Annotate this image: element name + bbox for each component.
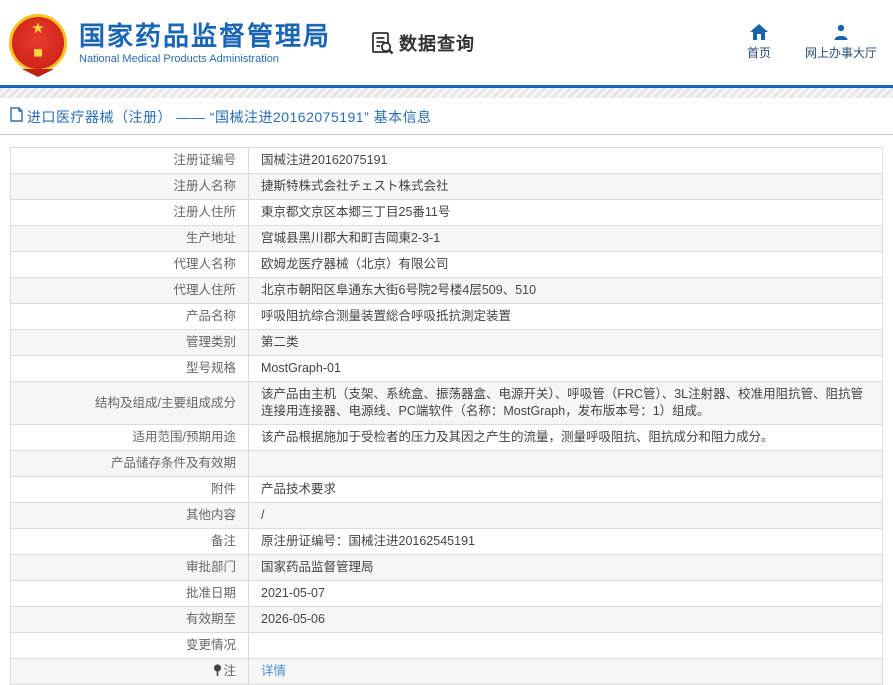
row-label: 产品名称 [10, 303, 249, 330]
table-row: 备注 原注册证编号：国械注进20162545191 [10, 528, 883, 555]
row-label: 批准日期 [10, 580, 249, 607]
page-header: ★ ▅ 国家药品监督管理局 National Medical Products … [0, 0, 893, 85]
hatch-band [0, 88, 893, 98]
table-row: 注册证编号 国械注进20162075191 [10, 147, 883, 174]
row-value: 原注册证编号：国械注进20162545191 [248, 528, 883, 555]
row-value: 第二类 [248, 329, 883, 356]
table-row: 注册人名称 捷斯特株式会社チェスト株式会社 [10, 173, 883, 200]
table-row: 生产地址 宫城县黑川郡大和町吉岡東2-3-1 [10, 225, 883, 252]
row-value: 呼吸阻抗综合测量装置総合呼吸抵抗測定装置 [248, 303, 883, 330]
row-label: 注册人名称 [10, 173, 249, 200]
row-label: 适用范围/预期用途 [10, 424, 249, 451]
row-label: 型号规格 [10, 355, 249, 382]
nmpa-emblem-logo: ★ ▅ [9, 13, 67, 72]
row-label: 备注 [10, 528, 249, 555]
row-value: 该产品由主机（支架、系统盒、振荡器盒、电源开关）、呼吸管（FRC管）、3L注射器… [248, 381, 883, 425]
data-query-label: 数据查询 [399, 33, 476, 54]
table-row: 结构及组成/主要组成成分 该产品由主机（支架、系统盒、振荡器盒、电源开关）、呼吸管… [10, 381, 883, 425]
row-label: 附件 [10, 476, 249, 503]
row-value: 欧姆龙医疗器械（北京）有限公司 [248, 251, 883, 278]
home-icon [749, 24, 768, 40]
row-label: 变更情况 [10, 632, 249, 659]
row-label: 代理人名称 [10, 251, 249, 278]
table-row: 审批部门 国家药品监督管理局 [10, 554, 883, 581]
page-title: 进口医疗器械（注册） —— “国械注进20162075191” 基本信息 [27, 109, 432, 125]
table-row: 代理人住所 北京市朝阳区阜通东大街6号院2号楼4层509、510 [10, 277, 883, 304]
row-value [248, 632, 883, 659]
row-value: 2026-05-06 [248, 606, 883, 633]
document-icon [10, 107, 27, 127]
table-row: 管理类别 第二类 [10, 329, 883, 356]
pin-icon [214, 664, 222, 676]
row-value: 宫城县黑川郡大和町吉岡東2-3-1 [248, 225, 883, 252]
row-label: 管理类别 [10, 329, 249, 356]
row-label: 注册人住所 [10, 199, 249, 226]
table-row: 产品储存条件及有效期 [10, 450, 883, 477]
row-label: 产品储存条件及有效期 [10, 450, 249, 477]
row-value: 国械注进20162075191 [248, 147, 883, 174]
row-value: 该产品根据施加于受检者的压力及其因之产生的流量，测量呼吸阻抗、阻抗成分和阻力成分… [248, 424, 883, 451]
registration-info-table: 注册证编号 国械注进20162075191 注册人名称 捷斯特株式会社チェスト株式会社… [10, 147, 883, 685]
row-label: 审批部门 [10, 554, 249, 581]
table-row: 适用范围/预期用途 该产品根据施加于受检者的压力及其因之产生的流量，测量呼吸阻抗、… [10, 424, 883, 451]
data-search-icon [369, 30, 395, 56]
row-label: 生产地址 [10, 225, 249, 252]
row-value: 北京市朝阳区阜通东大街6号院2号楼4层509、510 [248, 277, 883, 304]
nav-service-hall-label: 网上办事大厅 [804, 46, 877, 60]
row-value: 2021-05-07 [248, 580, 883, 607]
person-icon [833, 24, 849, 40]
row-value: 详情 [248, 658, 883, 685]
data-query-section[interactable]: 数据查询 [369, 30, 475, 56]
table-row: 产品名称 呼吸阻抗综合测量装置総合呼吸抵抗測定装置 [10, 303, 883, 330]
row-value: 東京都文京区本郷三丁目25番11号 [248, 199, 883, 226]
row-value: 捷斯特株式会社チェスト株式会社 [248, 173, 883, 200]
site-title-cn: 国家药品监督管理局 [79, 20, 332, 51]
row-label: 注册证编号 [10, 147, 249, 174]
detail-link[interactable]: 详情 [261, 664, 286, 678]
row-label: 注 [10, 658, 249, 685]
table-row: 批准日期 2021-05-07 [10, 580, 883, 607]
site-title: 国家药品监督管理局 National Medical Products Admi… [79, 21, 331, 65]
table-row: 型号规格 MostGraph-01 [10, 355, 883, 382]
row-value: / [248, 502, 883, 529]
row-label: 有效期至 [10, 606, 249, 633]
row-label: 代理人住所 [10, 277, 249, 304]
table-row: 有效期至 2026-05-06 [10, 606, 883, 633]
header-nav: 首页 网上办事大厅 [747, 24, 877, 61]
row-value: 国家药品监督管理局 [248, 554, 883, 581]
table-row: 注册人住所 東京都文京区本郷三丁目25番11号 [10, 199, 883, 226]
table-row: 其他内容 / [10, 502, 883, 529]
nav-service-hall[interactable]: 网上办事大厅 [805, 24, 877, 61]
breadcrumb: 进口医疗器械（注册） —— “国械注进20162075191” 基本信息 [0, 98, 893, 135]
emblem-gate-icon: ▅ [34, 45, 42, 57]
row-value [248, 450, 883, 477]
info-table-body: 注册证编号 国械注进20162075191 注册人名称 捷斯特株式会社チェスト株式会社… [10, 147, 883, 685]
row-label: 其他内容 [10, 502, 249, 529]
row-label: 结构及组成/主要组成成分 [10, 381, 249, 425]
table-row: 代理人名称 欧姆龙医疗器械（北京）有限公司 [10, 251, 883, 278]
table-row: 附件 产品技术要求 [10, 476, 883, 503]
table-row: 注详情 [10, 658, 883, 685]
emblem-stars-icon: ★ [31, 19, 45, 37]
nav-home-label: 首页 [746, 46, 771, 60]
nav-home[interactable]: 首页 [747, 24, 771, 61]
row-value: MostGraph-01 [248, 355, 883, 382]
table-row: 变更情况 [10, 632, 883, 659]
site-title-en: National Medical Products Administration [79, 52, 279, 65]
row-value: 产品技术要求 [248, 476, 883, 503]
